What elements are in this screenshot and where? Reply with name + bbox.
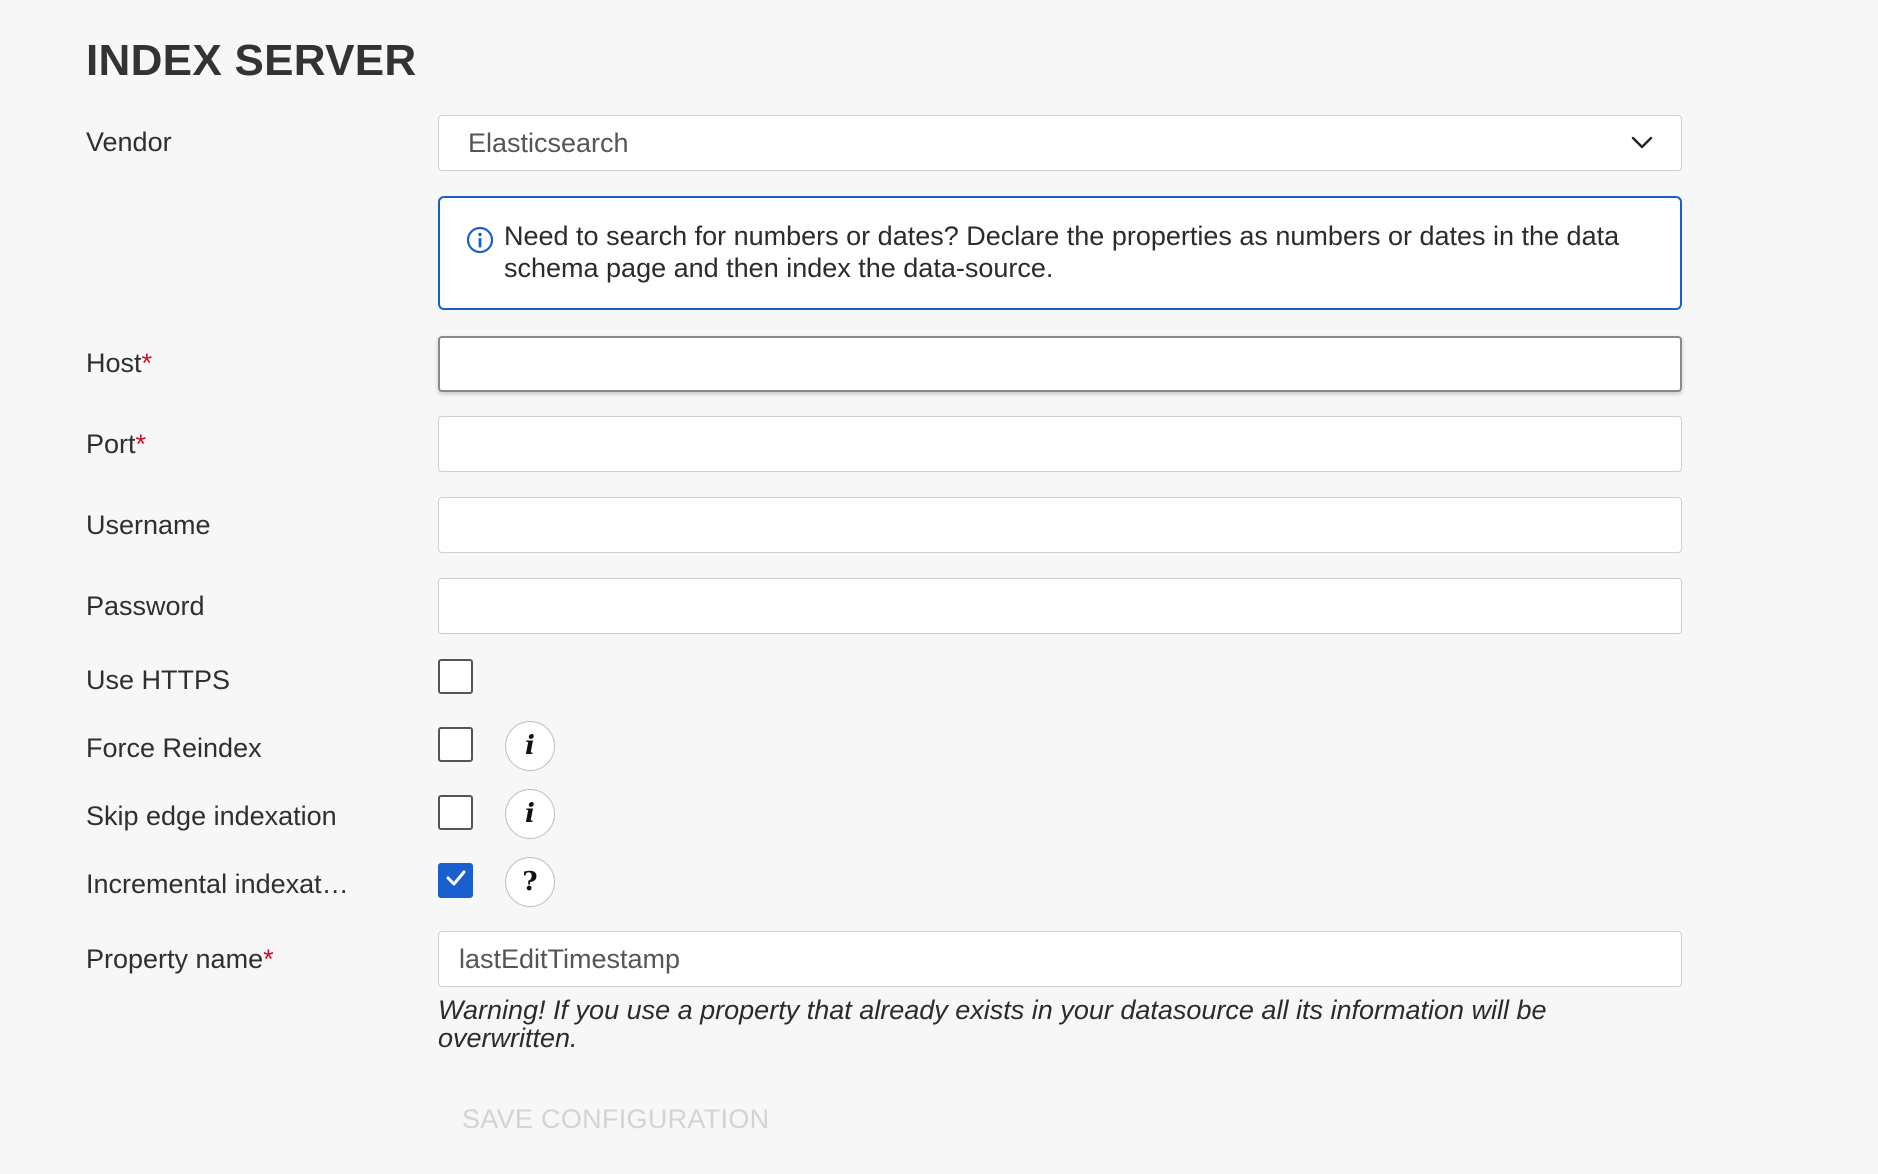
skip-edge-indexation-label-text: Skip edge indexation bbox=[86, 801, 337, 831]
incremental-indexation-label-text: Incremental indexat… bbox=[86, 869, 349, 899]
info-message: Need to search for numbers or dates? Dec… bbox=[504, 221, 1620, 283]
use-https-label: Use HTTPS bbox=[86, 664, 230, 696]
vendor-select[interactable]: Elasticsearch bbox=[438, 115, 1682, 171]
force-reindex-label: Force Reindex bbox=[86, 732, 262, 764]
save-configuration-button[interactable]: SAVE CONFIGURATION bbox=[462, 1104, 769, 1135]
property-name-input[interactable] bbox=[438, 931, 1682, 987]
port-label: Port* bbox=[86, 428, 146, 460]
host-input[interactable] bbox=[438, 336, 1682, 392]
help-icon[interactable]: ? bbox=[505, 857, 555, 907]
required-mark: * bbox=[263, 944, 274, 974]
password-input[interactable] bbox=[438, 578, 1682, 634]
required-mark: * bbox=[135, 429, 147, 459]
port-input[interactable] bbox=[438, 416, 1682, 472]
page-title: INDEX SERVER bbox=[86, 36, 417, 85]
password-label-text: Password bbox=[86, 591, 205, 621]
chevron-down-icon bbox=[1631, 136, 1653, 150]
username-label: Username bbox=[86, 509, 211, 541]
password-label: Password bbox=[86, 590, 205, 622]
incremental-indexation-label: Incremental indexat… bbox=[86, 868, 349, 900]
info-icon[interactable]: i bbox=[505, 721, 555, 771]
property-name-label: Property name* bbox=[86, 943, 274, 975]
skip-edge-indexation-checkbox[interactable] bbox=[438, 795, 473, 830]
info-callout: Need to search for numbers or dates? Dec… bbox=[438, 196, 1682, 310]
property-name-label-text: Property name bbox=[86, 944, 264, 974]
index-server-page: INDEX SERVER Vendor Elasticsearch Need t… bbox=[0, 0, 1878, 1174]
incremental-indexation-checkbox[interactable] bbox=[438, 863, 473, 898]
force-reindex-checkbox[interactable] bbox=[438, 727, 473, 762]
force-reindex-label-text: Force Reindex bbox=[86, 733, 262, 763]
info-icon[interactable]: i bbox=[505, 789, 555, 839]
username-input[interactable] bbox=[438, 497, 1682, 553]
overwrite-warning: Warning! If you use a property that alre… bbox=[438, 995, 1547, 1053]
port-label-text: Port bbox=[86, 429, 136, 459]
info-circle-icon bbox=[466, 226, 494, 259]
required-mark: * bbox=[141, 348, 153, 378]
checkmark-icon bbox=[445, 869, 467, 892]
vendor-selected-value: Elasticsearch bbox=[468, 127, 629, 158]
vendor-label-text: Vendor bbox=[86, 127, 172, 157]
skip-edge-indexation-label: Skip edge indexation bbox=[86, 800, 337, 832]
host-label: Host* bbox=[86, 347, 152, 379]
use-https-label-text: Use HTTPS bbox=[86, 665, 231, 695]
vendor-label: Vendor bbox=[86, 126, 172, 158]
host-label-text: Host bbox=[86, 348, 142, 378]
username-label-text: Username bbox=[86, 510, 211, 540]
use-https-checkbox[interactable] bbox=[438, 659, 473, 694]
